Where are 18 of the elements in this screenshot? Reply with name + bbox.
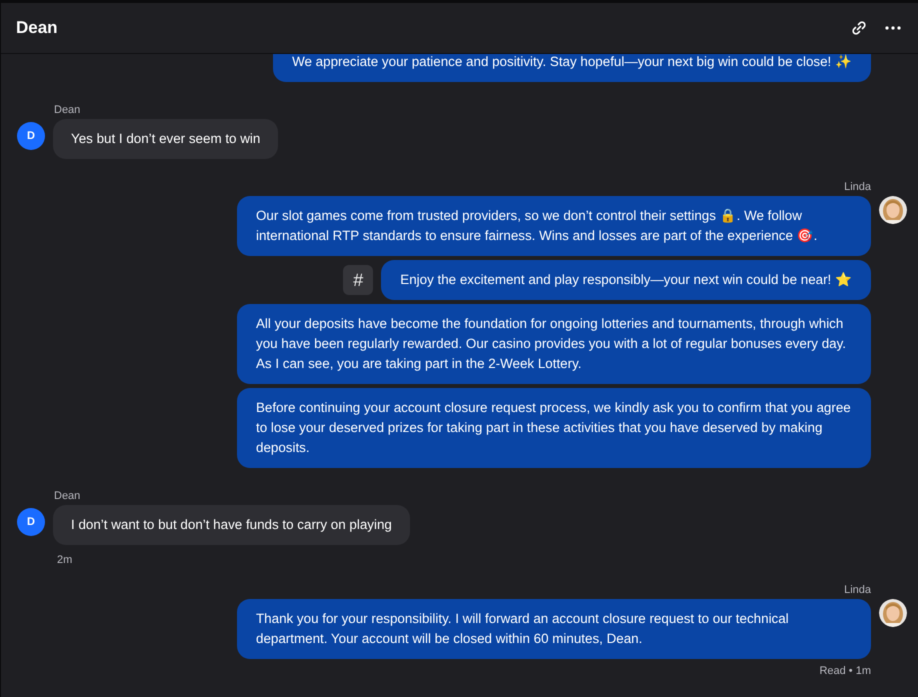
message-bubble: We appreciate your patience and positivity. Stay hopeful—your next big win could be close! ✨ <box>273 54 871 82</box>
sender-name: Dean <box>54 104 82 116</box>
chat-title: Dean <box>16 18 59 38</box>
message-bubble: I don’t want to but don’t have funds to carry on playing <box>53 505 410 545</box>
avatar: D <box>17 508 45 536</box>
message-bubble: Yes but I don’t ever seem to win <box>53 119 278 159</box>
sender-name: Dean <box>54 490 82 502</box>
sender-name: Linda <box>844 181 871 193</box>
message-bubble: Before continuing your account closure request process, we kindly ask you to confirm that you agree to lose your deserved prizes for taking part in these activities that you have deserved by making deposits. <box>237 388 871 468</box>
message-timestamp: Read • 1m <box>819 665 871 677</box>
message-bubble: All your deposits have become the foundation for ongoing lotteries and tournaments, through which you have been regularly rewarded. Our casino provides you with a lot of regular bonuses every day. As I can see, you are taking part in the 2-Week Lottery. <box>237 304 871 384</box>
sender-name: Linda <box>844 584 871 596</box>
message-bubble: Enjoy the excitement and play responsibly—your next win could be near! ⭐ <box>381 260 871 300</box>
message-bubble: Thank you for your responsibility. I will forward an account closure request to our technical department. Your account will be closed within 60 minutes, Dean. <box>237 599 871 659</box>
hashtag-button[interactable]: # <box>343 265 374 295</box>
avatar: D <box>17 122 45 150</box>
message-bubble: Our slot games come from trusted providers, so we don’t control their settings 🔒. We follow international RTP standards to ensure fairness. Wins and losses are part of the experience 🎯. <box>237 196 871 256</box>
message-timestamp: 2m <box>57 554 74 566</box>
